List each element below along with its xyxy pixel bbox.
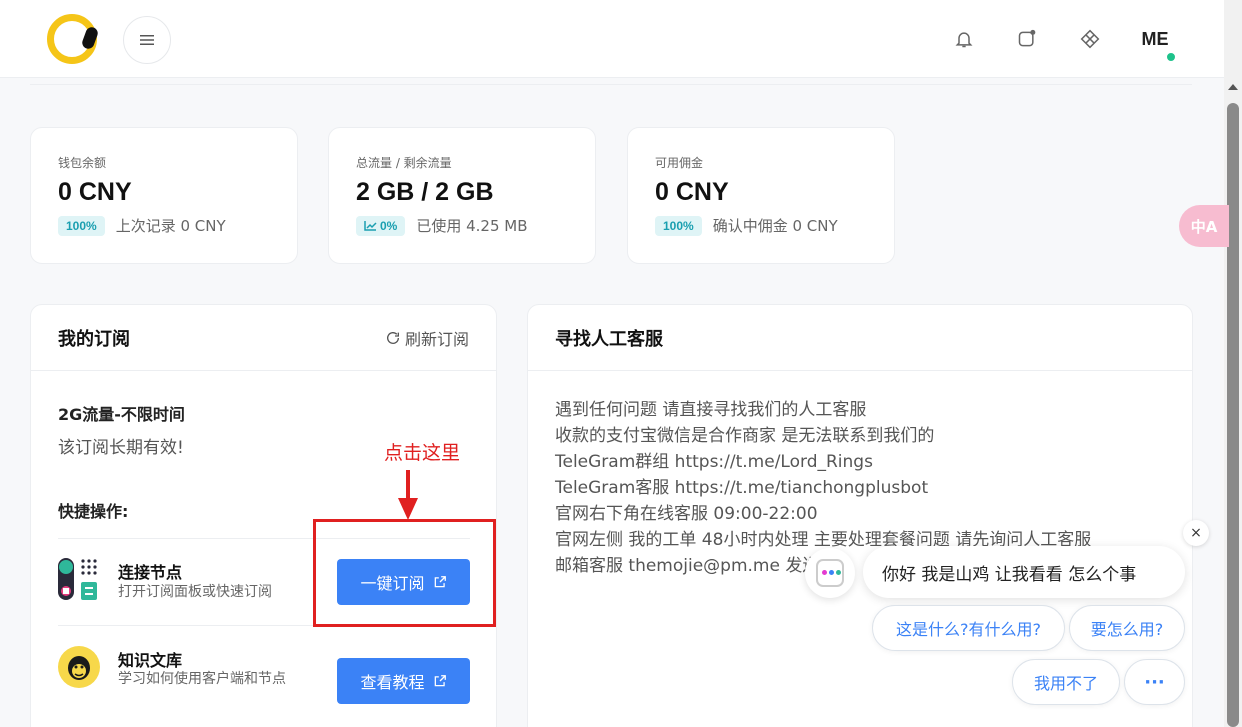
stat-label: 钱包余额 — [58, 156, 107, 170]
chat-greeting-bubble: 你好 我是山鸡 让我看看 怎么个事 — [863, 546, 1185, 598]
support-line: 收款的支付宝微信是合作商家 是无法联系到我们的 — [555, 426, 935, 446]
robot-icon — [816, 559, 844, 587]
support-line: TeleGram群组 https://t.me/Lord_Rings — [555, 452, 873, 472]
button-label: 查看教程 — [360, 673, 425, 692]
support-line: 官网右下角在线客服 09:00-22:00 — [555, 504, 818, 524]
knowledge-base-icon — [58, 646, 100, 688]
chip-label: 要怎么用? — [1090, 620, 1164, 639]
divider — [30, 84, 1192, 85]
stat-note: 确认中佣金 0 CNY — [712, 217, 838, 235]
annotation-arrow-head — [398, 498, 418, 520]
scrollbar-thumb[interactable] — [1227, 103, 1239, 727]
wallet-balance-card: 钱包余额 0 CNY 100% 上次记录 0 CNY — [30, 127, 298, 264]
scroll-up-arrow-icon[interactable] — [1228, 84, 1238, 90]
chip-label: 这是什么?有什么用? — [896, 620, 1041, 639]
chatbot-avatar[interactable] — [805, 548, 855, 598]
stat-note: 已使用 4.25 MB — [416, 217, 528, 235]
stat-badge: 0% — [356, 215, 406, 236]
trend-up-icon — [364, 221, 377, 231]
online-status-dot — [1165, 51, 1177, 63]
refresh-label: 刷新订阅 — [404, 329, 469, 349]
stat-badge: 100% — [58, 215, 105, 236]
chat-icon — [1018, 29, 1036, 47]
stat-badge-text: 0% — [380, 218, 398, 233]
support-line: 遇到任何问题 请直接寻找我们的人工客服 — [555, 400, 867, 420]
chat-chip-what-is-this[interactable]: 这是什么?有什么用? — [872, 605, 1065, 651]
user-avatar[interactable]: ME — [1135, 24, 1175, 54]
panel-title: 我的订阅 — [58, 328, 130, 350]
panel-title: 寻找人工客服 — [555, 328, 663, 350]
refresh-icon — [386, 331, 399, 344]
traffic-card: 总流量 / 剩余流量 2 GB / 2 GB 0% 已使用 4.25 MB — [328, 127, 596, 264]
stat-badge: 100% — [655, 215, 702, 236]
bell-icon — [955, 32, 973, 48]
apps-button[interactable] — [1077, 26, 1103, 52]
chat-close-button[interactable]: × — [1183, 520, 1209, 546]
annotation-arrow — [406, 470, 410, 500]
top-header: ME — [0, 0, 1224, 78]
stat-label: 总流量 / 剩余流量 — [356, 156, 452, 170]
refresh-subscription-button[interactable]: 刷新订阅 — [385, 326, 469, 350]
plan-validity: 该订阅长期有效! — [58, 438, 184, 458]
chip-label: 我用不了 — [1033, 674, 1098, 693]
stat-value: 2 GB / 2 GB — [356, 178, 494, 206]
action-desc: 打开订阅面板或快速订阅 — [118, 584, 272, 600]
translate-button[interactable]: 中A — [1179, 205, 1229, 247]
chat-greeting-text: 你好 我是山鸡 让我看看 怎么个事 — [882, 564, 1137, 585]
hamburger-icon — [140, 35, 154, 45]
quick-actions-label: 快捷操作: — [58, 502, 129, 521]
messages-button[interactable] — [1014, 26, 1040, 52]
commission-card: 可用佣金 0 CNY 100% 确认中佣金 0 CNY — [627, 127, 895, 264]
more-icon: ··· — [1144, 671, 1165, 693]
view-tutorial-button[interactable]: 查看教程 — [337, 658, 470, 704]
stat-note: 上次记录 0 CNY — [115, 217, 226, 235]
site-logo[interactable] — [47, 14, 97, 64]
notification-button[interactable] — [951, 26, 977, 52]
subscription-panel: 我的订阅 刷新订阅 2G流量-不限时间 该订阅长期有效! 快捷操作: 连接节点 … — [30, 304, 497, 727]
plan-name: 2G流量-不限时间 — [58, 405, 185, 424]
translate-icon: 中A — [1190, 217, 1218, 236]
annotation-text: 点击这里 — [384, 442, 461, 464]
chat-chip-how-to-use[interactable]: 要怎么用? — [1069, 605, 1185, 651]
chat-chip-more[interactable]: ··· — [1124, 659, 1185, 705]
external-link-icon — [434, 675, 446, 687]
grid-icon — [1080, 29, 1100, 49]
action-title: 连接节点 — [118, 563, 183, 582]
stat-value: 0 CNY — [58, 178, 132, 206]
connect-node-icon — [58, 558, 97, 600]
menu-toggle-button[interactable] — [123, 16, 171, 64]
annotation-highlight-box — [313, 519, 496, 627]
action-desc: 学习如何使用客户端和节点 — [118, 671, 286, 687]
close-icon: × — [1190, 525, 1202, 541]
stat-value: 0 CNY — [655, 178, 729, 206]
stat-label: 可用佣金 — [655, 156, 704, 170]
chat-chip-cant-use[interactable]: 我用不了 — [1012, 659, 1120, 705]
support-line: TeleGram客服 https://t.me/tianchongplusbot — [555, 478, 929, 498]
